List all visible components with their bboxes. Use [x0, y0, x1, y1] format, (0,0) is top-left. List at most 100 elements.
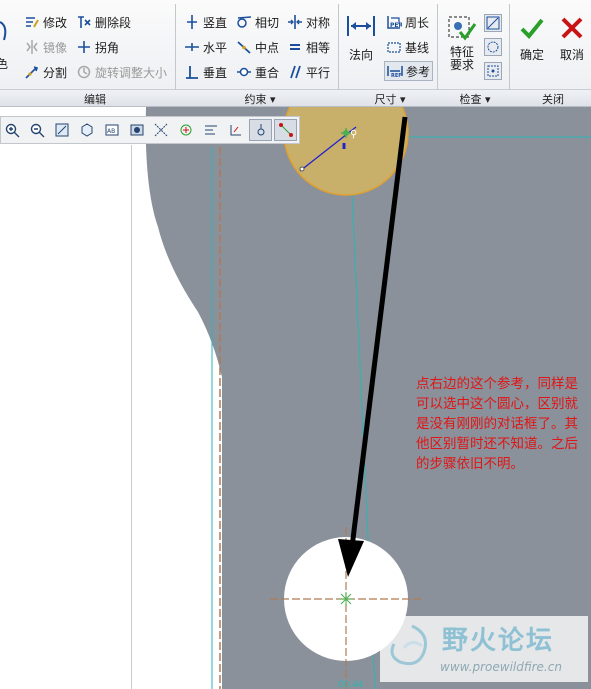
normal-dimension-icon — [345, 10, 377, 42]
pin-marker: ⚲ — [350, 129, 357, 140]
feature-requirements-button[interactable]: 特征 要求 — [444, 12, 480, 72]
feature-req-line2: 要求 — [449, 58, 474, 72]
watermark-url: www.proewildfire.cn — [440, 660, 562, 674]
equal-constraint-icon — [287, 39, 303, 55]
forum-watermark: 野火论坛 www.proewildfire.cn — [380, 616, 588, 682]
equal-constraint-button[interactable]: 相等 — [287, 37, 330, 57]
show-vertices-button[interactable] — [274, 119, 297, 141]
view-manager-button[interactable]: AB — [100, 119, 123, 141]
annotation-note: 点右边的这个参考，同样是可以选中这个圆心，区别就是没有刚刚的对话框了。其他区别暂… — [416, 376, 578, 472]
normal-dimension-button[interactable]: 法向 — [344, 10, 378, 63]
partial-dim-text: 00.44 — [338, 680, 364, 689]
graphics-toolbar: AB — [0, 116, 300, 144]
normal-dimension-label: 法向 — [348, 48, 373, 62]
close-group-label: 关闭 — [542, 93, 564, 106]
display-style-icon — [130, 124, 144, 136]
vertical-constraint-label: 竖直 — [203, 15, 228, 30]
sketch-view-button[interactable] — [224, 119, 247, 141]
divide-icon — [24, 64, 40, 80]
highlight-open-ends-icon — [487, 65, 499, 77]
feature-requirements-icon — [446, 12, 478, 44]
horizontal-constraint-icon — [184, 39, 200, 55]
tangent-constraint-icon — [236, 14, 252, 30]
rotate-resize-button[interactable]: 旋转调整大小 — [76, 62, 167, 82]
watermark-logo — [390, 624, 427, 666]
symmetric-constraint-button[interactable]: 对称 — [287, 12, 330, 32]
annotation-display-icon — [205, 125, 218, 135]
delete-segment-icon — [76, 14, 92, 30]
datum-display-button[interactable] — [150, 119, 173, 141]
ribbon: 色 修改 删除段 镜像 拐角 分割 旋转调整大小 竖直 相切 对称 水平 中点 … — [0, 0, 591, 90]
overlapping-geometry-icon — [486, 16, 500, 30]
coincident-constraint-button[interactable]: 重合 — [236, 62, 279, 82]
refit-icon — [55, 123, 69, 137]
zoom-in-button[interactable] — [1, 119, 24, 141]
parallel-constraint-label: 平行 — [306, 65, 331, 80]
mirror-label: 镜像 — [43, 40, 68, 55]
perpendicular-constraint-button[interactable]: 垂直 — [184, 62, 227, 82]
highlight-open-ends-button[interactable] — [484, 62, 502, 80]
divide-label: 分割 — [43, 65, 68, 80]
horizontal-constraint-label: 水平 — [203, 40, 228, 55]
reference-dimension-button[interactable]: REF 参考 — [384, 61, 434, 81]
delete-segment-button[interactable]: 删除段 — [76, 12, 131, 32]
spin-center-button[interactable] — [175, 119, 198, 141]
symmetric-constraint-icon — [287, 14, 303, 30]
vertical-constraint-button[interactable]: 竖直 — [184, 12, 227, 32]
divide-button[interactable]: 分割 — [24, 62, 67, 82]
view-manager-icon: AB — [105, 124, 119, 136]
checkmark-icon — [518, 14, 546, 42]
watermark-title: 野火论坛 — [442, 626, 555, 656]
tangent-constraint-button[interactable]: 相切 — [236, 12, 279, 32]
cube-icon — [81, 123, 93, 137]
symmetric-constraint-label: 对称 — [306, 15, 331, 30]
display-style-button[interactable] — [125, 119, 148, 141]
baseline-dimension-button[interactable]: 基线 — [386, 37, 429, 57]
annotation-display-button[interactable] — [200, 119, 223, 141]
perimeter-icon: PER — [386, 14, 402, 30]
parallel-constraint-button[interactable]: 平行 — [287, 62, 330, 82]
spin-center-icon — [180, 124, 192, 136]
midpoint-constraint-button[interactable]: 中点 — [236, 37, 279, 57]
baseline-icon — [386, 39, 402, 55]
rotate-resize-label: 旋转调整大小 — [95, 65, 168, 80]
perimeter-dimension-button[interactable]: PER 周长 — [386, 12, 429, 32]
model-tree-panel[interactable] — [0, 145, 132, 689]
corner-button[interactable]: 拐角 — [76, 37, 119, 57]
midpoint-constraint-icon — [236, 39, 252, 55]
show-constraints-button[interactable] — [249, 119, 273, 141]
modify-label: 修改 — [43, 15, 68, 30]
vertical-constraint-icon — [184, 14, 200, 30]
corner-icon — [76, 39, 92, 55]
show-constraints-icon — [257, 124, 265, 136]
perimeter-label: 周长 — [405, 15, 430, 30]
baseline-label: 基线 — [405, 40, 430, 55]
horizontal-constraint-button[interactable]: 水平 — [184, 37, 227, 57]
delete-segment-label: 删除段 — [95, 15, 132, 30]
perpendicular-constraint-icon — [184, 64, 200, 80]
close-x-icon — [558, 14, 586, 42]
coincident-constraint-icon — [236, 64, 252, 80]
parallel-constraint-icon — [287, 64, 303, 80]
rotate-resize-icon — [76, 64, 92, 80]
dim-end-marker — [299, 166, 305, 172]
edit-group-label: 编辑 — [84, 93, 106, 106]
saved-views-button[interactable] — [75, 119, 98, 141]
refit-button[interactable] — [51, 119, 74, 141]
modify-button[interactable]: 修改 — [24, 12, 67, 32]
svg-text:REF: REF — [391, 73, 402, 79]
inspect-group-label[interactable]: 检查 ▾ — [440, 91, 510, 107]
reference-icon: REF — [387, 63, 403, 79]
mirror-button[interactable]: 镜像 — [24, 37, 67, 57]
overlapping-geometry-button[interactable] — [484, 14, 502, 32]
svg-text:AB: AB — [107, 128, 115, 135]
dimension-group-label[interactable]: 尺寸 ▾ — [355, 91, 425, 107]
shade-closed-loops-button[interactable] — [484, 38, 502, 56]
corner-label: 拐角 — [95, 40, 120, 55]
zoom-out-button[interactable] — [26, 119, 49, 141]
equal-constraint-label: 相等 — [306, 40, 331, 55]
partial-left-tool[interactable]: 色 — [0, 10, 10, 71]
cancel-button[interactable]: 取消 — [557, 14, 587, 63]
constrain-group-label[interactable]: 约束 ▾ — [220, 91, 300, 107]
ok-button[interactable]: 确定 — [517, 14, 547, 63]
